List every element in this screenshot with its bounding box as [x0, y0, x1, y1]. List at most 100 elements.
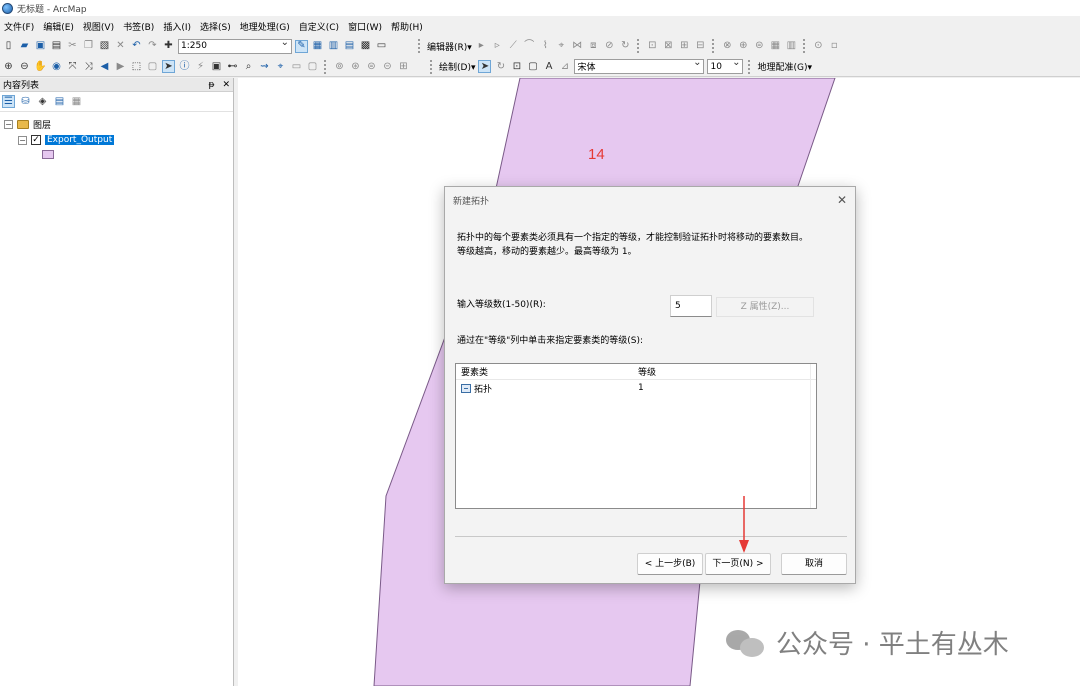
zoom-to-elements-icon[interactable]: ⊡: [510, 60, 523, 73]
back-extent-icon[interactable]: ◀: [98, 60, 111, 73]
menu-selection[interactable]: 选择(S): [200, 20, 231, 33]
table-row[interactable]: 拓扑 1: [456, 380, 816, 396]
go-to-xy-icon[interactable]: ⌖: [274, 60, 287, 73]
search-window-icon[interactable]: ▤: [343, 40, 356, 53]
menu-customize[interactable]: 自定义(C): [299, 20, 339, 33]
trace-icon[interactable]: ⌇: [539, 40, 552, 53]
arc-segment-icon[interactable]: ⌒: [523, 40, 536, 53]
pan-icon[interactable]: ✋: [34, 60, 47, 73]
back-button[interactable]: < 上一步(B): [637, 553, 703, 575]
select-features-icon[interactable]: ⬚: [130, 60, 143, 73]
collapse-icon[interactable]: −: [4, 119, 13, 129]
zoom-out-icon[interactable]: ⊖: [18, 60, 31, 73]
shared-features-icon[interactable]: ⊞: [678, 40, 691, 53]
rotate-icon[interactable]: ↻: [619, 40, 632, 53]
column-header-feature-class[interactable]: 要素类: [456, 365, 634, 378]
html-popup-icon[interactable]: ▣: [210, 60, 223, 73]
menu-file[interactable]: 文件(F): [4, 20, 34, 33]
time-slider-icon[interactable]: ▭: [290, 60, 303, 73]
cancel-button[interactable]: 取消: [781, 553, 847, 575]
menu-edit[interactable]: 编辑(E): [43, 20, 74, 33]
copy-icon[interactable]: ❐: [82, 40, 95, 53]
map-tool-e-icon[interactable]: ⊞: [397, 60, 410, 73]
menu-windows[interactable]: 窗口(W): [348, 20, 382, 33]
split-icon[interactable]: ⊘: [603, 40, 616, 53]
map-scale-combo[interactable]: 1:250: [178, 37, 292, 54]
toolbar-grip[interactable]: [748, 59, 752, 74]
find-icon[interactable]: ⌕: [242, 60, 255, 73]
draw-menu[interactable]: 绘制(D)▾: [439, 60, 475, 73]
snapping-icon[interactable]: ⊙: [812, 40, 825, 53]
redo-icon[interactable]: ↷: [146, 40, 159, 53]
generalize-icon[interactable]: ⊜: [753, 40, 766, 53]
table-scrollbar[interactable]: [810, 364, 816, 508]
full-extent-icon[interactable]: ◉: [50, 60, 63, 73]
undo-icon[interactable]: ↶: [130, 40, 143, 53]
fixed-zoom-out-icon[interactable]: ⤨: [82, 60, 95, 73]
draw-select-icon[interactable]: ➤: [478, 60, 492, 73]
arctoolbox-icon[interactable]: ▩: [359, 40, 372, 53]
list-by-source-icon[interactable]: ⛁: [19, 95, 32, 108]
forward-extent-icon[interactable]: ▶: [114, 60, 127, 73]
layer-name[interactable]: Export_Output: [45, 135, 115, 145]
select-elements-icon[interactable]: ➤: [162, 60, 175, 73]
menu-geoprocessing[interactable]: 地理处理(G): [240, 20, 290, 33]
z-properties-button[interactable]: Z 属性(Z)...: [716, 297, 814, 317]
georeferencing-menu[interactable]: 地理配准(G)▾: [757, 60, 812, 73]
open-icon[interactable]: ▰: [18, 40, 31, 53]
rank-count-input[interactable]: 5: [670, 295, 712, 317]
catalog-window-icon[interactable]: ▥: [327, 40, 340, 53]
layer-visibility-checkbox[interactable]: ✓: [31, 135, 41, 145]
toc-close-icon[interactable]: ✕: [222, 80, 230, 90]
delete-icon[interactable]: ✕: [114, 40, 127, 53]
error-inspector-icon[interactable]: ⊗: [721, 40, 734, 53]
next-button[interactable]: 下一页(N) >: [705, 553, 771, 575]
python-window-icon[interactable]: ▭: [375, 40, 388, 53]
text-tool-icon[interactable]: A: [542, 60, 555, 73]
clear-selection-icon[interactable]: ▢: [146, 60, 159, 73]
paste-icon[interactable]: ▧: [98, 40, 111, 53]
menu-insert[interactable]: 插入(I): [163, 20, 191, 33]
toolbar-grip[interactable]: [418, 39, 422, 53]
fixed-zoom-in-icon[interactable]: ⤧: [66, 60, 79, 73]
menu-help[interactable]: 帮助(H): [391, 20, 423, 33]
pin-icon[interactable]: ᵽ: [208, 80, 214, 90]
group-layer-name[interactable]: 图层: [33, 118, 51, 131]
identify-icon[interactable]: ⓘ: [178, 60, 191, 73]
map-tool-b-icon[interactable]: ⊛: [349, 60, 362, 73]
edit-annotation-icon[interactable]: ▹: [491, 40, 504, 53]
toolbar-grip[interactable]: [430, 59, 434, 74]
rotate-element-icon[interactable]: ↻: [494, 60, 507, 73]
font-size-combo[interactable]: 10: [707, 57, 744, 74]
fix-topology-icon[interactable]: ⊕: [737, 40, 750, 53]
list-by-visibility-icon[interactable]: ◈: [36, 95, 49, 108]
list-by-drawing-order-icon[interactable]: ☰: [2, 95, 15, 108]
hyperlink-icon[interactable]: ⚡: [194, 60, 207, 73]
rectangle-icon[interactable]: ▢: [526, 60, 539, 73]
add-data-icon[interactable]: ✚: [162, 40, 175, 53]
print-icon[interactable]: ▤: [50, 40, 63, 53]
edit-vertices-icon[interactable]: ⌖: [555, 40, 568, 53]
new-document-icon[interactable]: ▯: [2, 40, 15, 53]
topology-edit-icon[interactable]: ⊠: [662, 40, 675, 53]
group-layer-row[interactable]: − 图层: [4, 116, 233, 132]
layer-symbol-swatch[interactable]: [42, 150, 54, 159]
edit-tool-icon[interactable]: ▸: [475, 40, 488, 53]
list-by-selection-icon[interactable]: ▤: [53, 95, 66, 108]
menu-view[interactable]: 视图(V): [83, 20, 114, 33]
rank-cell[interactable]: 1: [634, 383, 644, 393]
font-name-combo[interactable]: 宋体: [574, 57, 705, 74]
topology-icon[interactable]: ⊡: [646, 40, 659, 53]
dialog-close-icon[interactable]: ✕: [837, 193, 847, 207]
toolbar-grip[interactable]: [802, 39, 807, 53]
column-header-rank[interactable]: 等级: [634, 365, 656, 378]
toc-window-icon[interactable]: ▦: [311, 40, 324, 53]
straight-segment-icon[interactable]: ⟋: [507, 40, 520, 53]
table-icon[interactable]: ▦: [769, 40, 782, 53]
toolbar-grip[interactable]: [324, 59, 328, 74]
map-tool-a-icon[interactable]: ⊚: [333, 60, 346, 73]
layout-icon[interactable]: ▥: [785, 40, 798, 53]
map-tool-c-icon[interactable]: ⊜: [365, 60, 378, 73]
map-tool-d-icon[interactable]: ⊝: [381, 60, 394, 73]
toc-options-icon[interactable]: ▦: [70, 95, 83, 108]
